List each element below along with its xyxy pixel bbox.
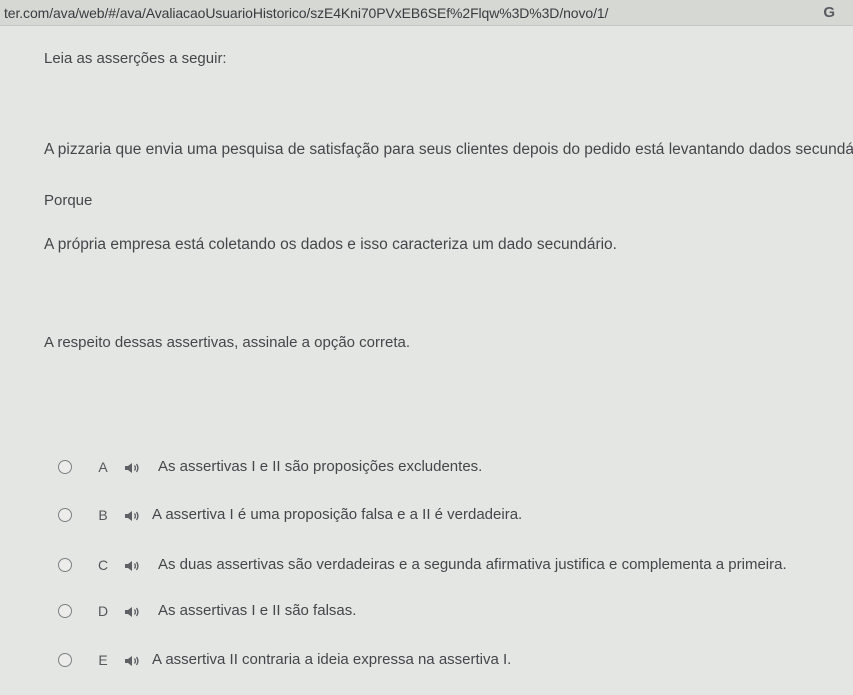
option-b-text: A assertiva I é uma proposição falsa e a… (152, 506, 523, 523)
option-d-radio[interactable] (58, 604, 72, 618)
option-d-letter: D (97, 603, 109, 619)
question-instruction: Leia as asserções a seguir: (44, 50, 227, 67)
option-c-radio[interactable] (58, 558, 72, 572)
option-b-letter: B (98, 507, 108, 523)
option-a-text: As assertivas I e II são proposições exc… (158, 458, 483, 475)
speaker-icon[interactable] (124, 654, 140, 668)
assertion-connector: Porque (44, 192, 93, 209)
address-url[interactable]: ter.com/ava/web/#/ava/AvaliacaoUsuarioHi… (4, 5, 608, 21)
option-e[interactable]: E A assertiva II contraria a ideia expre… (58, 650, 838, 672)
assertion-two: A própria empresa está coletando os dado… (44, 236, 617, 253)
option-e-letter: E (98, 652, 108, 668)
speaker-icon[interactable] (124, 461, 140, 475)
speaker-icon[interactable] (124, 509, 140, 523)
option-a-radio[interactable] (58, 460, 72, 474)
option-a-letter: A (98, 459, 108, 475)
option-b[interactable]: B A assertiva I é uma proposição falsa e… (58, 505, 838, 527)
google-refresh-icon[interactable]: G (823, 4, 835, 21)
option-d[interactable]: D As assertivas I e II são falsas. (58, 601, 838, 623)
option-c-letter: C (97, 557, 109, 573)
question-panel: Leia as asserções a seguir: A pizzaria q… (0, 26, 853, 695)
option-e-radio[interactable] (58, 653, 72, 667)
assertion-one: A pizzaria que envia uma pesquisa de sat… (44, 141, 853, 158)
speaker-icon[interactable] (124, 605, 140, 619)
option-b-radio[interactable] (58, 508, 72, 522)
browser-address-bar[interactable]: ter.com/ava/web/#/ava/AvaliacaoUsuarioHi… (0, 0, 853, 26)
option-e-text: A assertiva II contraria a ideia express… (152, 651, 512, 668)
option-d-text: As assertivas I e II são falsas. (158, 602, 357, 619)
option-c-text: As duas assertivas são verdadeiras e a s… (158, 556, 787, 573)
option-c[interactable]: C As duas assertivas são verdadeiras e a… (58, 555, 838, 577)
speaker-icon[interactable] (124, 559, 140, 573)
question-prompt: A respeito dessas assertivas, assinale a… (44, 334, 411, 351)
option-a[interactable]: A As assertivas I e II são proposições e… (58, 457, 838, 479)
